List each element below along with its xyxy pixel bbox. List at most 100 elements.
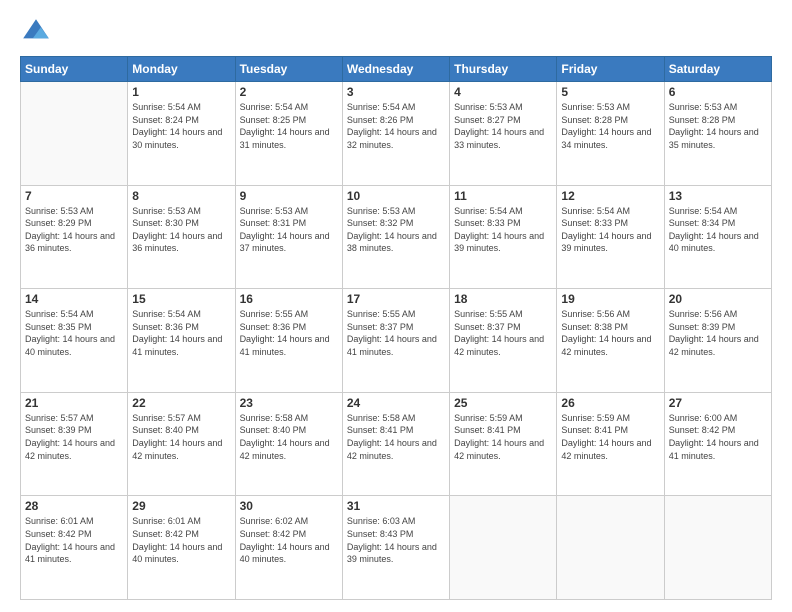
calendar-cell: 13 Sunrise: 5:54 AMSunset: 8:34 PMDayligh… (664, 185, 771, 289)
day-info: Sunrise: 5:54 AMSunset: 8:33 PMDaylight:… (561, 205, 659, 255)
calendar-week-row: 28 Sunrise: 6:01 AMSunset: 8:42 PMDayligh… (21, 496, 772, 600)
day-number: 25 (454, 396, 552, 410)
day-number: 16 (240, 292, 338, 306)
calendar-cell: 2Sunrise: 5:54 AMSunset: 8:25 PMDaylight… (235, 82, 342, 186)
calendar-cell: 31 Sunrise: 6:03 AMSunset: 8:43 PMDayligh… (342, 496, 449, 600)
day-info: Sunrise: 6:01 AMSunset: 8:42 PMDaylight:… (132, 515, 230, 565)
day-number: 24 (347, 396, 445, 410)
calendar-week-row: 7 Sunrise: 5:53 AMSunset: 8:29 PMDaylight… (21, 185, 772, 289)
calendar-cell: 5Sunrise: 5:53 AMSunset: 8:28 PMDaylight… (557, 82, 664, 186)
day-info: Sunrise: 5:54 AMSunset: 8:36 PMDaylight:… (132, 308, 230, 358)
calendar-cell: 26 Sunrise: 5:59 AMSunset: 8:41 PMDayligh… (557, 392, 664, 496)
column-header-monday: Monday (128, 57, 235, 82)
day-number: 20 (669, 292, 767, 306)
day-number: 4 (454, 85, 552, 99)
header (20, 16, 772, 48)
day-number: 22 (132, 396, 230, 410)
calendar-cell: 25 Sunrise: 5:59 AMSunset: 8:41 PMDayligh… (450, 392, 557, 496)
day-number: 10 (347, 189, 445, 203)
calendar-week-row: 21Sunrise: 5:57 AMSunset: 8:39 PMDayligh… (21, 392, 772, 496)
day-number: 17 (347, 292, 445, 306)
day-number: 3 (347, 85, 445, 99)
calendar-cell (21, 82, 128, 186)
calendar-cell: 14Sunrise: 5:54 AMSunset: 8:35 PMDayligh… (21, 289, 128, 393)
calendar-cell: 28Sunrise: 6:01 AMSunset: 8:42 PMDayligh… (21, 496, 128, 600)
calendar-cell: 27 Sunrise: 6:00 AMSunset: 8:42 PMDayligh… (664, 392, 771, 496)
calendar-cell: 1Sunrise: 5:54 AMSunset: 8:24 PMDaylight… (128, 82, 235, 186)
day-number: 14 (25, 292, 123, 306)
calendar-week-row: 1Sunrise: 5:54 AMSunset: 8:24 PMDaylight… (21, 82, 772, 186)
day-info: Sunrise: 5:53 AMSunset: 8:30 PMDaylight:… (132, 205, 230, 255)
logo (20, 16, 56, 48)
day-info: Sunrise: 5:55 AMSunset: 8:37 PMDaylight:… (454, 308, 552, 358)
day-info: Sunrise: 5:53 AMSunset: 8:28 PMDaylight:… (561, 101, 659, 151)
day-info: Sunrise: 6:02 AMSunset: 8:42 PMDaylight:… (240, 515, 338, 565)
calendar-cell: 18 Sunrise: 5:55 AMSunset: 8:37 PMDayligh… (450, 289, 557, 393)
day-info: Sunrise: 6:00 AMSunset: 8:42 PMDaylight:… (669, 412, 767, 462)
calendar-cell: 23Sunrise: 5:58 AMSunset: 8:40 PMDayligh… (235, 392, 342, 496)
day-number: 18 (454, 292, 552, 306)
column-header-sunday: Sunday (21, 57, 128, 82)
day-number: 26 (561, 396, 659, 410)
calendar-cell: 9 Sunrise: 5:53 AMSunset: 8:31 PMDaylight… (235, 185, 342, 289)
day-info: Sunrise: 5:53 AMSunset: 8:29 PMDaylight:… (25, 205, 123, 255)
day-number: 12 (561, 189, 659, 203)
calendar-cell: 4 Sunrise: 5:53 AMSunset: 8:27 PMDaylight… (450, 82, 557, 186)
day-info: Sunrise: 6:03 AMSunset: 8:43 PMDaylight:… (347, 515, 445, 565)
day-info: Sunrise: 5:53 AMSunset: 8:31 PMDaylight:… (240, 205, 338, 255)
day-info: Sunrise: 5:54 AMSunset: 8:25 PMDaylight:… (240, 101, 338, 151)
calendar-cell: 10Sunrise: 5:53 AMSunset: 8:32 PMDayligh… (342, 185, 449, 289)
column-header-tuesday: Tuesday (235, 57, 342, 82)
page: SundayMondayTuesdayWednesdayThursdayFrid… (0, 0, 792, 612)
calendar-cell: 11 Sunrise: 5:54 AMSunset: 8:33 PMDayligh… (450, 185, 557, 289)
day-number: 19 (561, 292, 659, 306)
column-header-friday: Friday (557, 57, 664, 82)
day-number: 27 (669, 396, 767, 410)
day-number: 13 (669, 189, 767, 203)
day-number: 28 (25, 499, 123, 513)
column-header-thursday: Thursday (450, 57, 557, 82)
day-number: 6 (669, 85, 767, 99)
day-info: Sunrise: 5:59 AMSunset: 8:41 PMDaylight:… (561, 412, 659, 462)
day-number: 30 (240, 499, 338, 513)
calendar-table: SundayMondayTuesdayWednesdayThursdayFrid… (20, 56, 772, 600)
column-header-wednesday: Wednesday (342, 57, 449, 82)
day-info: Sunrise: 5:58 AMSunset: 8:41 PMDaylight:… (347, 412, 445, 462)
calendar-cell: 6Sunrise: 5:53 AMSunset: 8:28 PMDaylight… (664, 82, 771, 186)
logo-icon (20, 16, 52, 48)
calendar-cell: 30 Sunrise: 6:02 AMSunset: 8:42 PMDayligh… (235, 496, 342, 600)
calendar-cell: 19 Sunrise: 5:56 AMSunset: 8:38 PMDayligh… (557, 289, 664, 393)
day-info: Sunrise: 5:57 AMSunset: 8:39 PMDaylight:… (25, 412, 123, 462)
calendar-cell: 29 Sunrise: 6:01 AMSunset: 8:42 PMDayligh… (128, 496, 235, 600)
day-info: Sunrise: 5:54 AMSunset: 8:34 PMDaylight:… (669, 205, 767, 255)
column-header-saturday: Saturday (664, 57, 771, 82)
day-number: 8 (132, 189, 230, 203)
calendar-cell: 17 Sunrise: 5:55 AMSunset: 8:37 PMDayligh… (342, 289, 449, 393)
calendar-cell (557, 496, 664, 600)
calendar-cell: 12 Sunrise: 5:54 AMSunset: 8:33 PMDayligh… (557, 185, 664, 289)
day-number: 11 (454, 189, 552, 203)
day-number: 9 (240, 189, 338, 203)
calendar-cell (664, 496, 771, 600)
day-info: Sunrise: 5:59 AMSunset: 8:41 PMDaylight:… (454, 412, 552, 462)
day-number: 31 (347, 499, 445, 513)
calendar-cell: 24 Sunrise: 5:58 AMSunset: 8:41 PMDayligh… (342, 392, 449, 496)
calendar-cell: 7 Sunrise: 5:53 AMSunset: 8:29 PMDaylight… (21, 185, 128, 289)
calendar-week-row: 14Sunrise: 5:54 AMSunset: 8:35 PMDayligh… (21, 289, 772, 393)
day-info: Sunrise: 5:55 AMSunset: 8:36 PMDaylight:… (240, 308, 338, 358)
day-number: 23 (240, 396, 338, 410)
day-number: 7 (25, 189, 123, 203)
calendar-cell (450, 496, 557, 600)
calendar-cell: 16 Sunrise: 5:55 AMSunset: 8:36 PMDayligh… (235, 289, 342, 393)
day-info: Sunrise: 5:57 AMSunset: 8:40 PMDaylight:… (132, 412, 230, 462)
day-info: Sunrise: 5:53 AMSunset: 8:27 PMDaylight:… (454, 101, 552, 151)
day-info: Sunrise: 5:56 AMSunset: 8:38 PMDaylight:… (561, 308, 659, 358)
day-info: Sunrise: 5:55 AMSunset: 8:37 PMDaylight:… (347, 308, 445, 358)
calendar-cell: 3Sunrise: 5:54 AMSunset: 8:26 PMDaylight… (342, 82, 449, 186)
day-info: Sunrise: 5:56 AMSunset: 8:39 PMDaylight:… (669, 308, 767, 358)
day-info: Sunrise: 5:54 AMSunset: 8:33 PMDaylight:… (454, 205, 552, 255)
day-info: Sunrise: 5:54 AMSunset: 8:24 PMDaylight:… (132, 101, 230, 151)
calendar-cell: 21Sunrise: 5:57 AMSunset: 8:39 PMDayligh… (21, 392, 128, 496)
day-number: 29 (132, 499, 230, 513)
calendar-cell: 8 Sunrise: 5:53 AMSunset: 8:30 PMDaylight… (128, 185, 235, 289)
